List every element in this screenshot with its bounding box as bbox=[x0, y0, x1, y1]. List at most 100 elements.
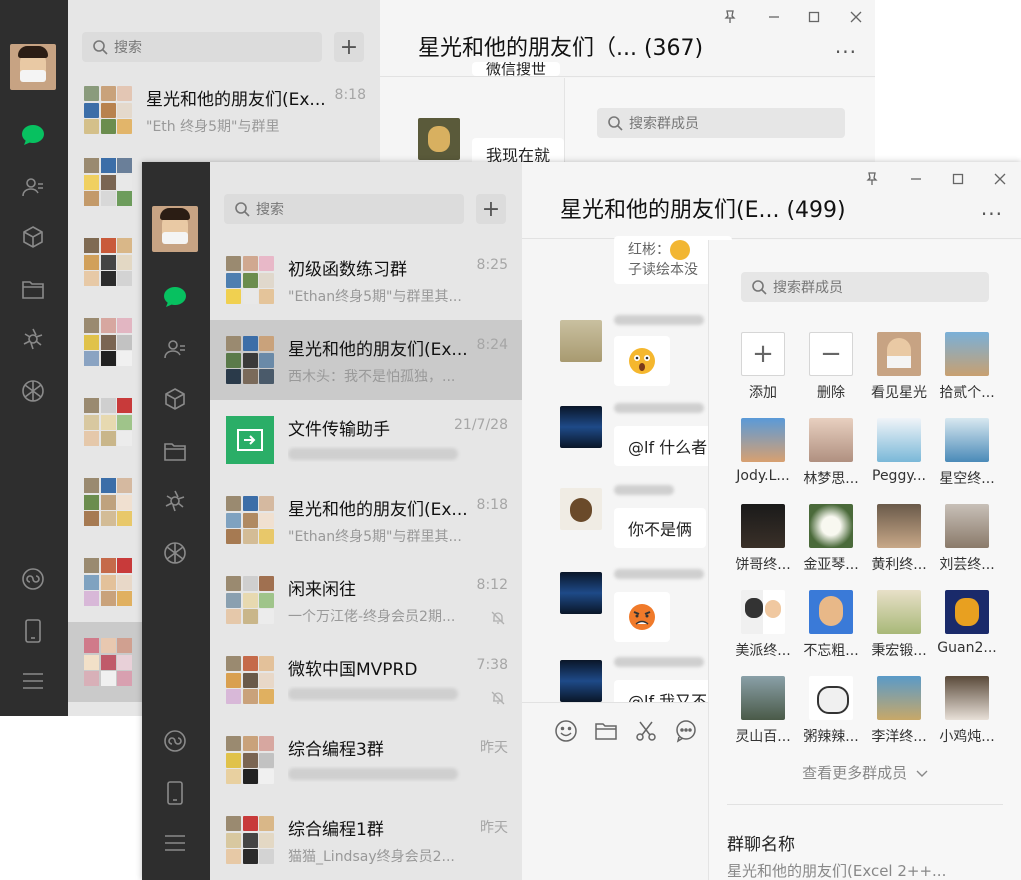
chat-bubble-icon[interactable] bbox=[674, 719, 698, 743]
user-avatar[interactable] bbox=[152, 206, 198, 252]
mute-bell-icon bbox=[491, 611, 505, 625]
member-avatar bbox=[877, 676, 921, 720]
group-avatar bbox=[84, 86, 132, 134]
shocked-emoji-icon bbox=[629, 348, 655, 374]
conversation-preview: "Eth 终身5期"与群里 bbox=[146, 119, 280, 135]
conversation-name: 综合编程3群 bbox=[288, 740, 384, 760]
add-button-back[interactable]: + bbox=[334, 32, 364, 62]
channels-icon[interactable] bbox=[20, 378, 46, 404]
pin-icon[interactable] bbox=[861, 168, 883, 190]
member-tile[interactable]: 灵山百... bbox=[731, 676, 795, 746]
member-tile[interactable]: 饼哥终... bbox=[731, 504, 795, 574]
more-options-icon[interactable]: ··· bbox=[981, 202, 1003, 226]
member-tile[interactable]: Jody.L... bbox=[731, 418, 795, 484]
collection-cube-icon[interactable] bbox=[162, 386, 188, 412]
member-tile[interactable]: 小鸡炖... bbox=[935, 676, 999, 746]
close-icon[interactable] bbox=[989, 168, 1011, 190]
list-item[interactable]: 综合编程3群 昨天 bbox=[210, 720, 522, 800]
mini-program-icon[interactable] bbox=[20, 566, 46, 592]
member-tile[interactable]: 星空终... bbox=[935, 418, 999, 488]
maximize-icon[interactable] bbox=[947, 168, 969, 190]
member-avatar bbox=[809, 504, 853, 548]
member-tile[interactable]: 看见星光 bbox=[867, 332, 931, 402]
member-tile[interactable]: 拾贰个... bbox=[935, 332, 999, 402]
list-item[interactable]: 微软中国MVPRD 7:38 bbox=[210, 640, 522, 720]
contacts-icon[interactable] bbox=[20, 174, 46, 200]
conversation-preview bbox=[288, 446, 478, 462]
chat-icon[interactable] bbox=[162, 284, 188, 310]
member-avatar[interactable] bbox=[560, 572, 602, 614]
group-avatar bbox=[84, 478, 132, 526]
phone-icon[interactable] bbox=[162, 780, 188, 806]
user-avatar[interactable] bbox=[10, 44, 56, 90]
moments-icon[interactable] bbox=[162, 488, 188, 514]
member-tile[interactable]: 金亚琴... bbox=[799, 504, 863, 574]
list-item[interactable]: 综合编程1群 昨天 猫猫_Lindsay终身会员2... bbox=[210, 800, 522, 880]
member-avatar[interactable] bbox=[560, 320, 602, 362]
folder-icon[interactable] bbox=[162, 438, 188, 464]
sender-name bbox=[614, 654, 704, 668]
list-item[interactable]: 闲来闲往 8:12 一个万江佬-终身会员2期... bbox=[210, 560, 522, 640]
member-search-input[interactable]: 搜索群成员 bbox=[597, 108, 845, 138]
member-avatar[interactable] bbox=[560, 488, 602, 530]
search-input[interactable]: 搜索 bbox=[224, 194, 464, 224]
remove-member-button[interactable]: − 删除 bbox=[799, 332, 863, 402]
menu-icon[interactable] bbox=[20, 668, 46, 694]
list-item[interactable]: 星光和他的朋友们(Ex... 8:18 "Eth 终身5期"与群里 bbox=[68, 70, 380, 150]
member-avatar[interactable] bbox=[560, 660, 602, 702]
file-transfer-icon bbox=[226, 416, 274, 464]
member-tile[interactable]: 刘芸终... bbox=[935, 504, 999, 574]
list-item-selected[interactable]: 星光和他的朋友们(Ex... 8:24 西木头：我不是怕孤独，... bbox=[210, 320, 522, 400]
menu-icon[interactable] bbox=[162, 830, 188, 856]
add-button[interactable]: + bbox=[476, 194, 506, 224]
member-tile[interactable]: Guan2... bbox=[935, 590, 999, 656]
mini-program-icon[interactable] bbox=[162, 728, 188, 754]
member-tile[interactable]: 李洋终... bbox=[867, 676, 931, 746]
folder-icon[interactable] bbox=[20, 276, 46, 302]
member-name: 美派终... bbox=[735, 643, 791, 659]
group-name-value[interactable]: 星光和他的朋友们(Excel 2++... bbox=[727, 860, 1007, 880]
conversation-preview bbox=[288, 766, 478, 782]
member-avatar[interactable] bbox=[560, 406, 602, 448]
member-avatar[interactable] bbox=[418, 118, 460, 160]
contacts-icon[interactable] bbox=[162, 336, 188, 362]
member-tile[interactable]: Peggy... bbox=[867, 418, 931, 484]
conversation-name: 星光和他的朋友们(Ex... bbox=[288, 500, 468, 520]
list-item[interactable]: 星光和他的朋友们(Ex... 8:18 "Ethan终身5期"与群里其... bbox=[210, 480, 522, 560]
member-avatar bbox=[809, 676, 853, 720]
sender-name bbox=[614, 312, 704, 326]
list-item[interactable]: 文件传输助手 21/7/28 bbox=[210, 400, 522, 480]
minimize-icon[interactable] bbox=[763, 6, 785, 28]
scissors-icon[interactable] bbox=[634, 719, 658, 743]
member-tile[interactable]: 粥辣辣... bbox=[799, 676, 863, 746]
member-avatar bbox=[945, 418, 989, 462]
member-tile[interactable]: 秉宏锻... bbox=[867, 590, 931, 660]
more-options-icon[interactable]: ··· bbox=[835, 40, 857, 64]
member-search-input[interactable]: 搜索群成员 bbox=[741, 272, 989, 302]
chat-icon[interactable] bbox=[20, 122, 46, 148]
group-avatar bbox=[226, 576, 274, 624]
maximize-icon[interactable] bbox=[803, 6, 825, 28]
folder-icon[interactable] bbox=[594, 719, 618, 743]
search-input-back[interactable]: 搜索 bbox=[82, 32, 322, 62]
member-tile[interactable]: 林梦思... bbox=[799, 418, 863, 488]
list-item[interactable]: 初级函数练习群 8:25 "Ethan终身5期"与群里其... bbox=[210, 240, 522, 320]
phone-icon[interactable] bbox=[20, 618, 46, 644]
emoji-icon[interactable] bbox=[554, 719, 578, 743]
add-member-button[interactable]: + 添加 bbox=[731, 332, 795, 402]
close-icon[interactable] bbox=[845, 6, 867, 28]
group-avatar bbox=[226, 256, 274, 304]
conversation-time: 21/7/28 bbox=[454, 417, 508, 433]
member-tile[interactable]: 黄利终... bbox=[867, 504, 931, 574]
emoji-message bbox=[614, 336, 670, 386]
pin-icon[interactable] bbox=[719, 6, 741, 28]
moments-icon[interactable] bbox=[20, 326, 46, 352]
search-placeholder: 搜索 bbox=[114, 40, 142, 56]
member-avatar bbox=[809, 590, 853, 634]
channels-icon[interactable] bbox=[162, 540, 188, 566]
member-tile[interactable]: 不忘粗... bbox=[799, 590, 863, 660]
member-tile[interactable]: 美派终... bbox=[731, 590, 795, 660]
see-more-members-link[interactable]: 查看更多群成员 bbox=[709, 762, 1021, 783]
collection-cube-icon[interactable] bbox=[20, 224, 46, 250]
minimize-icon[interactable] bbox=[905, 168, 927, 190]
